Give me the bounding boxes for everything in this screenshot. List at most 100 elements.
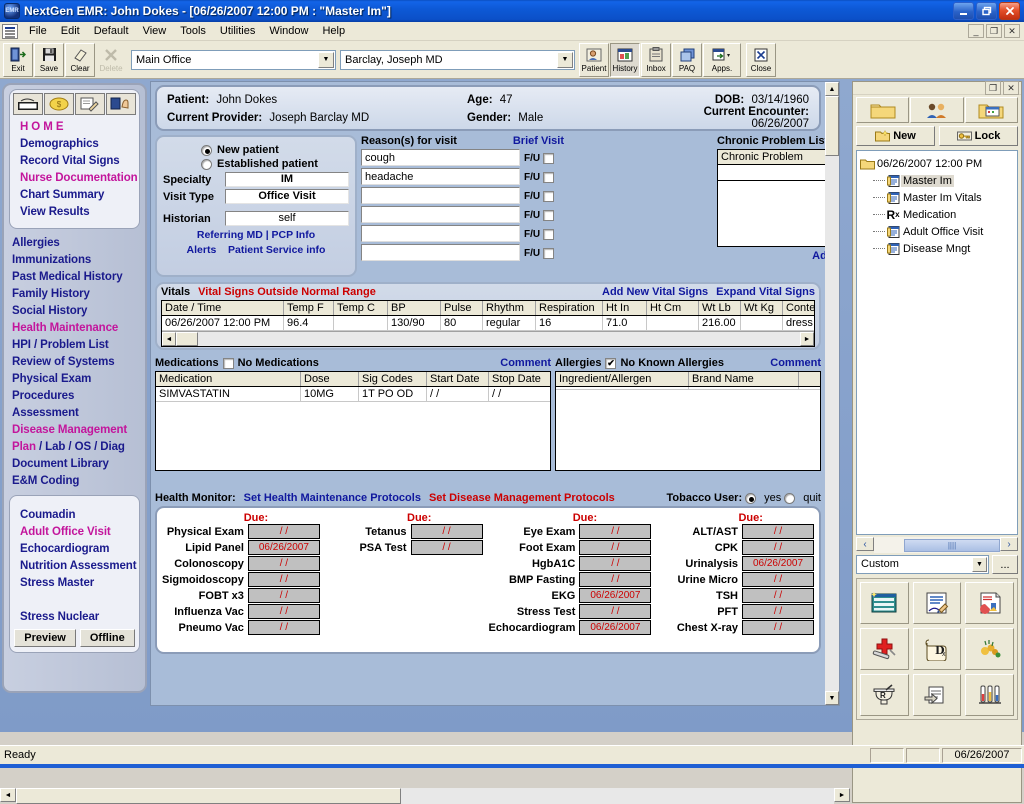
mdi-restore-button[interactable]: ❐ (986, 24, 1002, 38)
vitals-scroll-thumb[interactable] (176, 332, 198, 346)
historian-field[interactable]: self (225, 211, 349, 226)
center-hscrollbar[interactable]: ◄ ► (0, 788, 850, 804)
restore-button[interactable] (976, 2, 997, 20)
set-disease-management-protocols-link[interactable]: Set Disease Management Protocols (429, 492, 615, 504)
hm-due-physical-exam[interactable]: / / (247, 524, 320, 539)
save-button[interactable]: Save (34, 42, 64, 77)
hm-due-urinalysis[interactable]: 06/26/2007 (742, 556, 814, 571)
signature-document-button[interactable] (912, 582, 962, 624)
sidebar-item-home[interactable]: H O M E (12, 119, 137, 136)
hm-due-pft[interactable]: / / (742, 604, 814, 619)
provider-combo[interactable]: Barclay, Joseph MD ▼ (340, 49, 575, 70)
expand-vital-signs-link[interactable]: Expand Vital Signs (716, 286, 815, 298)
table-row[interactable]: SIMVASTATIN 10MG 1T PO OD / / / / (156, 387, 550, 402)
sidebar-item-nurse-documentation[interactable]: Nurse Documentation (12, 170, 138, 187)
sidebar-item-review-of-systems[interactable]: Review of Systems (4, 354, 145, 371)
allergies-grid[interactable]: Ingredient/Allergen Brand Name (555, 371, 821, 471)
hm-due-ekg[interactable]: 06/26/2007 (579, 588, 652, 603)
vitals-scroll-track[interactable] (198, 332, 800, 346)
tree-hscrollbar[interactable]: ‹ |||| › (856, 537, 1018, 553)
reason-input-3[interactable] (361, 187, 520, 204)
sidebar-item-echocardiogram[interactable]: Echocardiogram (12, 541, 137, 558)
preview-button[interactable]: Preview (14, 629, 76, 647)
close-button[interactable] (999, 2, 1020, 20)
hm-due-alt-ast[interactable]: / / (742, 524, 814, 539)
rx-scroll-button[interactable]: Dx (912, 628, 962, 670)
keyboard-icon[interactable] (13, 93, 43, 115)
tree-scroll-track[interactable]: |||| (874, 537, 1000, 553)
sidebar-item-nutrition-assessment[interactable]: Nutrition Assessment (12, 558, 137, 575)
encounter-restore-button[interactable]: ❐ (985, 81, 1001, 95)
hm-due-pneumo-vac[interactable]: / / (247, 620, 320, 635)
tab-people[interactable] (910, 97, 964, 123)
minimize-button[interactable] (953, 2, 974, 20)
tobacco-yes-radio[interactable] (745, 492, 757, 504)
tab-documents[interactable] (856, 97, 910, 123)
menu-item-help[interactable]: Help (315, 23, 352, 39)
sidebar-item-demographics[interactable]: Demographics (12, 136, 137, 153)
menu-item-default[interactable]: Default (87, 23, 136, 39)
money-icon[interactable]: $ (44, 93, 74, 115)
hm-due-lipid-panel[interactable]: 06/26/2007 (247, 540, 320, 555)
fu-checkbox-3[interactable] (543, 191, 555, 202)
tree-item-master-im[interactable]: Master Im (859, 172, 1015, 189)
menu-item-utilities[interactable]: Utilities (213, 23, 262, 39)
menu-item-tools[interactable]: Tools (173, 23, 213, 39)
reason-input-5[interactable] (361, 225, 520, 242)
established-patient-radio-row[interactable]: Established patient (201, 158, 349, 170)
vitals-hscrollbar[interactable]: ◄ ► (162, 331, 814, 346)
hm-due-stress-test[interactable]: / / (579, 604, 652, 619)
established-patient-radio[interactable] (201, 158, 212, 170)
sidebar-item-plan-lab-os-diag[interactable]: Plan / Lab / OS / Diag (4, 439, 145, 456)
referral-button[interactable] (912, 674, 962, 716)
new-encounter-button[interactable]: New (856, 126, 935, 146)
menu-item-file[interactable]: File (22, 23, 54, 39)
sidebar-item-procedures[interactable]: Procedures (4, 388, 145, 405)
alerts-link[interactable]: Alerts (187, 244, 217, 256)
tree-item-medication[interactable]: Rx Medication (859, 206, 1015, 223)
hm-due-colonoscopy[interactable]: / / (247, 556, 320, 571)
tree-item-disease-mngt[interactable]: Disease Mngt (859, 240, 1015, 257)
chevron-down-icon[interactable]: ▼ (972, 557, 987, 572)
spreadsheet-button[interactable] (860, 582, 909, 624)
table-row[interactable] (556, 387, 820, 390)
fu-checkbox-4[interactable] (543, 210, 555, 221)
hm-due-tetanus[interactable]: / / (410, 524, 483, 539)
hm-due-sigmoidoscopy[interactable]: / / (247, 572, 320, 587)
scroll-left-icon[interactable]: ‹ (856, 537, 874, 551)
paq-button[interactable]: PAQ (672, 42, 702, 77)
hm-due-hgba1c[interactable]: / / (579, 556, 652, 571)
no-medications-checkbox[interactable] (222, 357, 234, 369)
bottom-scroll-track[interactable] (401, 788, 834, 804)
sidebar-item-em-coding[interactable]: E&M Coding (4, 473, 145, 490)
tree-scroll-thumb[interactable]: |||| (904, 538, 1000, 552)
hm-due-urine-micro[interactable]: / / (742, 572, 814, 587)
scroll-left-icon[interactable]: ◄ (162, 332, 176, 346)
scroll-up-icon[interactable]: ▲ (825, 82, 839, 96)
sidebar-item-physical-exam[interactable]: Physical Exam (4, 371, 145, 388)
hm-due-influenza-vac[interactable]: / / (247, 604, 320, 619)
mdi-close-button[interactable]: ✕ (1004, 24, 1020, 38)
sidebar-item-record-vital-signs[interactable]: Record Vital Signs (12, 153, 137, 170)
hand-writing-icon[interactable] (75, 93, 105, 115)
tree-item-master-im-vitals[interactable]: Master Im Vitals (859, 189, 1015, 206)
reason-input-1[interactable]: cough (361, 149, 520, 166)
sidebar-item-past-medical-history[interactable]: Past Medical History (4, 269, 145, 286)
sidebar-item-view-results[interactable]: View Results (12, 204, 137, 221)
medications-grid[interactable]: Medication Dose Sig Codes Start Date Sto… (155, 371, 551, 471)
history-button[interactable]: History (610, 42, 640, 77)
referring-md-link[interactable]: Referring MD | PCP Info (163, 229, 349, 241)
sidebar-item-assessment[interactable]: Assessment (4, 405, 145, 422)
medications-comment-link[interactable]: Comment (500, 357, 551, 369)
chevron-down-icon[interactable]: ▼ (557, 51, 573, 68)
scroll-left-icon[interactable]: ◄ (0, 788, 16, 802)
sidebar-item-social-history[interactable]: Social History (4, 303, 145, 320)
mdi-minimize-button[interactable]: _ (968, 24, 984, 38)
encounter-tree[interactable]: 06/26/2007 12:00 PM Master Im Master Im … (856, 150, 1018, 535)
scroll-right-icon[interactable]: › (1000, 537, 1018, 551)
apps-button[interactable]: Apps. (703, 42, 741, 77)
chevron-down-icon[interactable]: ▼ (318, 51, 334, 68)
menu-item-window[interactable]: Window (262, 23, 315, 39)
menu-item-edit[interactable]: Edit (54, 23, 87, 39)
sidebar-item-hpi-problem-list[interactable]: HPI / Problem List (4, 337, 145, 354)
